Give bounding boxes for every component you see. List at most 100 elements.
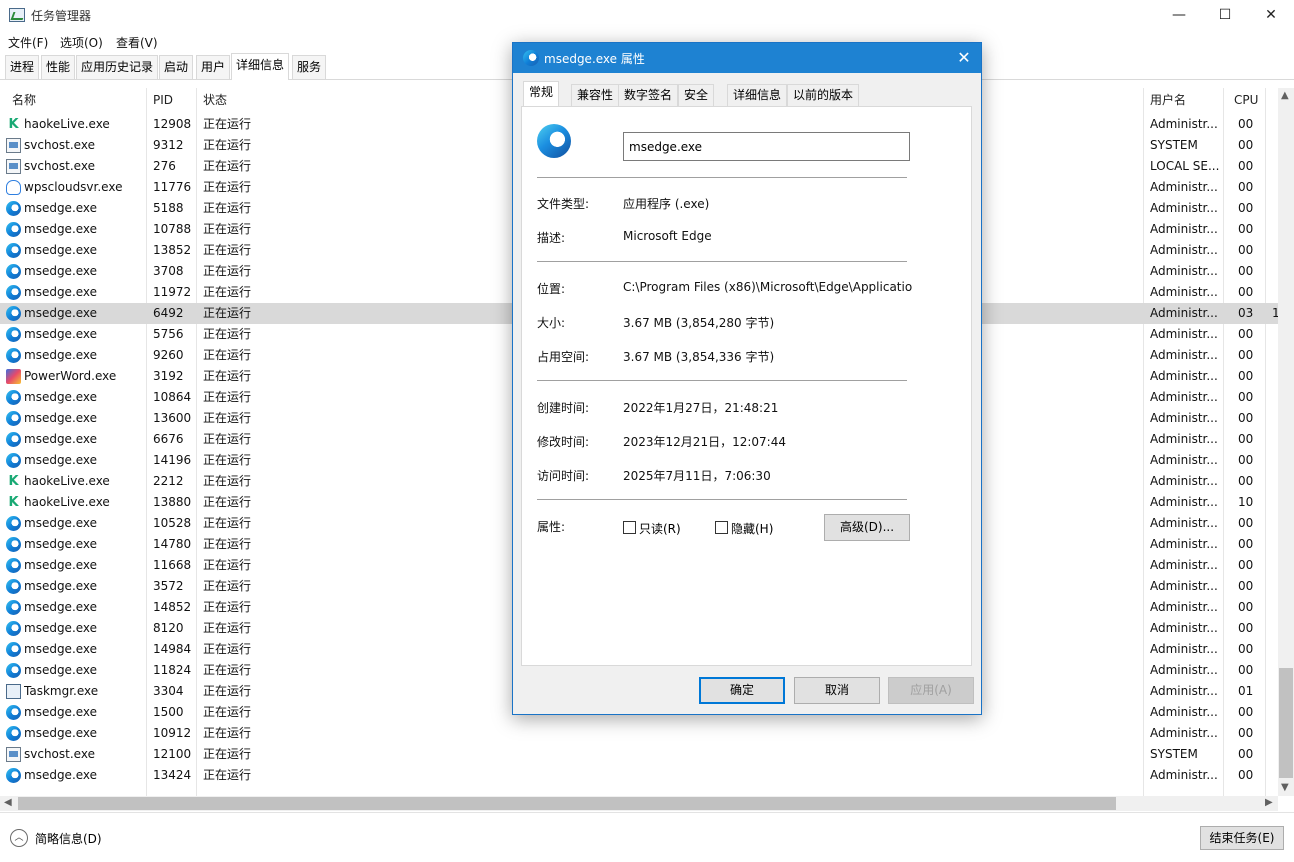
file-type-label: 文件类型: (537, 197, 590, 211)
scroll-down-arrow-icon[interactable]: ▼ (1281, 782, 1289, 793)
vertical-scroll-thumb[interactable] (1279, 668, 1293, 778)
edge-icon (6, 222, 21, 237)
status-cell: 正在运行 (203, 390, 252, 404)
column-header-pid[interactable]: PID (149, 88, 173, 112)
scroll-right-arrow-icon[interactable]: ▶ (1265, 797, 1273, 808)
process-name-cell: svchost.exe (24, 747, 95, 761)
column-header-name[interactable]: 名称 (8, 88, 36, 112)
dialog-tab-digital-signatures[interactable]: 数字签名 (618, 84, 679, 106)
menu-view[interactable]: 查看(V) (116, 34, 158, 51)
user-cell: Administr... (1150, 579, 1218, 593)
process-name-cell: msedge.exe (24, 600, 98, 614)
wps-cloud-icon (6, 180, 21, 195)
cpu-cell: 10 (1238, 495, 1254, 509)
cpu-cell: 00 (1238, 201, 1254, 215)
dialog-tab-general[interactable]: 常规 (523, 81, 560, 107)
attributes-label: 属性: (537, 520, 566, 534)
end-task-button[interactable]: 结束任务(E) (1200, 826, 1284, 850)
menu-file[interactable]: 文件(F) (8, 34, 48, 51)
process-name-cell: svchost.exe (24, 159, 95, 173)
edge-icon (6, 558, 21, 573)
tab-services[interactable]: 服务 (292, 55, 327, 79)
tab-users[interactable]: 用户 (196, 55, 231, 79)
scroll-up-arrow-icon[interactable]: ▲ (1281, 90, 1289, 101)
pid-cell: 5756 (153, 327, 184, 341)
process-name-cell: msedge.exe (24, 705, 98, 719)
apply-button[interactable]: 应用(A) (888, 677, 974, 704)
status-cell: 正在运行 (203, 306, 252, 320)
cpu-cell: 00 (1238, 474, 1254, 488)
tab-details[interactable]: 详细信息 (231, 53, 290, 80)
hidden-label[interactable]: 隐藏(H) (731, 520, 773, 537)
status-cell: 正在运行 (203, 348, 252, 362)
tab-performance[interactable]: 性能 (41, 55, 76, 79)
readonly-checkbox[interactable] (623, 521, 636, 534)
svchost-icon (6, 138, 21, 153)
user-cell: SYSTEM (1150, 747, 1198, 761)
status-cell: 正在运行 (203, 537, 252, 551)
table-row[interactable]: msedge.exe 13424 正在运行 Administr... 00 (0, 765, 1278, 786)
ok-button[interactable]: 确定 (699, 677, 785, 704)
status-cell: 正在运行 (203, 474, 252, 488)
user-cell: LOCAL SE... (1150, 159, 1220, 173)
pid-cell: 10864 (153, 390, 192, 404)
pid-cell: 12100 (153, 747, 192, 761)
process-name-cell: msedge.exe (24, 726, 98, 740)
dialog-tab-security[interactable]: 安全 (678, 84, 715, 106)
dialog-close-icon[interactable]: ✕ (953, 47, 975, 69)
cpu-cell: 03 (1238, 306, 1254, 320)
pid-cell: 3192 (153, 369, 184, 383)
dialog-tab-details[interactable]: 详细信息 (727, 84, 788, 106)
horizontal-scroll-thumb[interactable] (18, 797, 1116, 810)
fewer-details-link[interactable]: 简略信息(D) (35, 830, 102, 847)
status-cell: 正在运行 (203, 243, 252, 257)
column-header-cpu[interactable]: CPU (1230, 88, 1258, 112)
user-cell: Administr... (1150, 369, 1218, 383)
process-name-cell: msedge.exe (24, 222, 98, 236)
user-cell: Administr... (1150, 768, 1218, 782)
close-button[interactable]: ✕ (1248, 0, 1294, 30)
dialog-title-bar[interactable]: msedge.exe 属性 ✕ (513, 43, 981, 73)
maximize-button[interactable]: ☐ (1202, 0, 1248, 30)
pid-cell: 14780 (153, 537, 192, 551)
readonly-label[interactable]: 只读(R) (639, 520, 681, 537)
process-name-cell: msedge.exe (24, 285, 98, 299)
accessed-value: 2025年7月11日，7:06:30 (623, 469, 771, 483)
cpu-cell: 00 (1238, 159, 1254, 173)
edge-icon (6, 390, 21, 405)
pid-cell: 10912 (153, 726, 192, 740)
column-header-user[interactable]: 用户名 (1146, 88, 1186, 112)
pid-cell: 14196 (153, 453, 192, 467)
edge-icon (6, 264, 21, 279)
hidden-checkbox[interactable] (715, 521, 728, 534)
user-cell: Administr... (1150, 558, 1218, 572)
dialog-tab-compatibility[interactable]: 兼容性 (571, 84, 620, 106)
edge-icon (6, 243, 21, 258)
table-row[interactable]: svchost.exe 12100 正在运行 SYSTEM 00 (0, 744, 1278, 765)
pid-cell: 12908 (153, 117, 192, 131)
user-cell: Administr... (1150, 222, 1218, 236)
haoke-icon: K (8, 474, 19, 489)
tab-app-history[interactable]: 应用历史记录 (76, 55, 159, 79)
column-header-status[interactable]: 状态 (199, 88, 227, 112)
edge-icon (537, 124, 571, 158)
pid-cell: 9260 (153, 348, 184, 362)
scroll-left-arrow-icon[interactable]: ◀ (4, 797, 12, 808)
advanced-button[interactable]: 高级(D)... (824, 514, 910, 541)
description-label: 描述: (537, 231, 566, 245)
tab-processes[interactable]: 进程 (5, 55, 40, 79)
menu-options[interactable]: 选项(O) (60, 34, 103, 51)
table-row[interactable]: msedge.exe 10912 正在运行 Administr... 00 (0, 723, 1278, 744)
user-cell: Administr... (1150, 264, 1218, 278)
filename-field[interactable] (623, 132, 910, 161)
process-name-cell: svchost.exe (24, 138, 95, 152)
minimize-button[interactable]: — (1156, 0, 1202, 30)
pid-cell: 3304 (153, 684, 184, 698)
dialog-tab-previous-versions[interactable]: 以前的版本 (787, 84, 860, 106)
cancel-button[interactable]: 取消 (794, 677, 880, 704)
pid-cell: 3708 (153, 264, 184, 278)
collapse-chevron-icon[interactable]: ︿ (10, 829, 28, 847)
tab-startup[interactable]: 启动 (159, 55, 194, 79)
status-cell: 正在运行 (203, 264, 252, 278)
edge-icon (6, 726, 21, 741)
